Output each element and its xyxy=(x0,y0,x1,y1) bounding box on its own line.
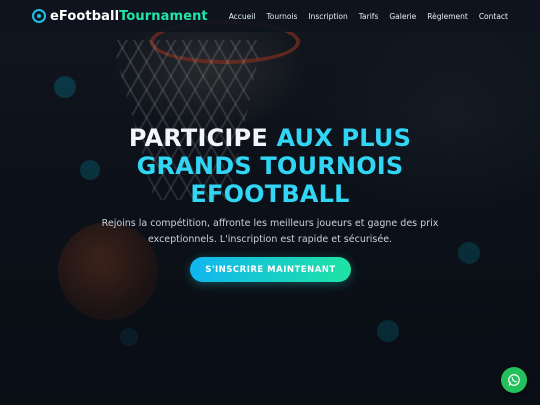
hero-title-line3: EFOOTBALL xyxy=(190,180,350,208)
soccer-ball-icon xyxy=(32,9,46,23)
brand-name-part1: eFootball xyxy=(50,8,120,24)
hero-title: PARTICIPE AUX PLUS GRANDS TOURNOIS EFOOT… xyxy=(0,124,540,208)
nav-link-galerie[interactable]: Galerie xyxy=(389,12,416,21)
hero-title-line1-a: PARTICIPE xyxy=(128,124,268,152)
brand-name-part2: Tournament xyxy=(119,8,208,24)
nav-link-tournois[interactable]: Tournois xyxy=(266,12,297,21)
register-now-button[interactable]: S'INSCRIRE MAINTENANT xyxy=(190,257,351,282)
brand-name: eFootballTournament xyxy=(50,9,208,24)
top-navbar: eFootballTournament Accueil Tournois Ins… xyxy=(0,0,540,32)
nav-menu: Accueil Tournois Inscription Tarifs Gale… xyxy=(229,12,508,21)
whatsapp-icon xyxy=(508,374,520,386)
nav-link-contact[interactable]: Contact xyxy=(479,12,508,21)
nav-link-tarifs[interactable]: Tarifs xyxy=(359,12,379,21)
brand-logo[interactable]: eFootballTournament xyxy=(32,9,208,24)
nav-link-accueil[interactable]: Accueil xyxy=(229,12,256,21)
hero-subtitle: Rejoins la compétition, affronte les mei… xyxy=(101,218,439,245)
hero-title-line1-b: AUX PLUS xyxy=(276,124,412,152)
whatsapp-button[interactable] xyxy=(501,367,527,393)
nav-link-reglement[interactable]: Règlement xyxy=(427,12,468,21)
nav-link-inscription[interactable]: Inscription xyxy=(308,12,347,21)
hero-title-line2: GRANDS TOURNOIS xyxy=(136,152,404,180)
